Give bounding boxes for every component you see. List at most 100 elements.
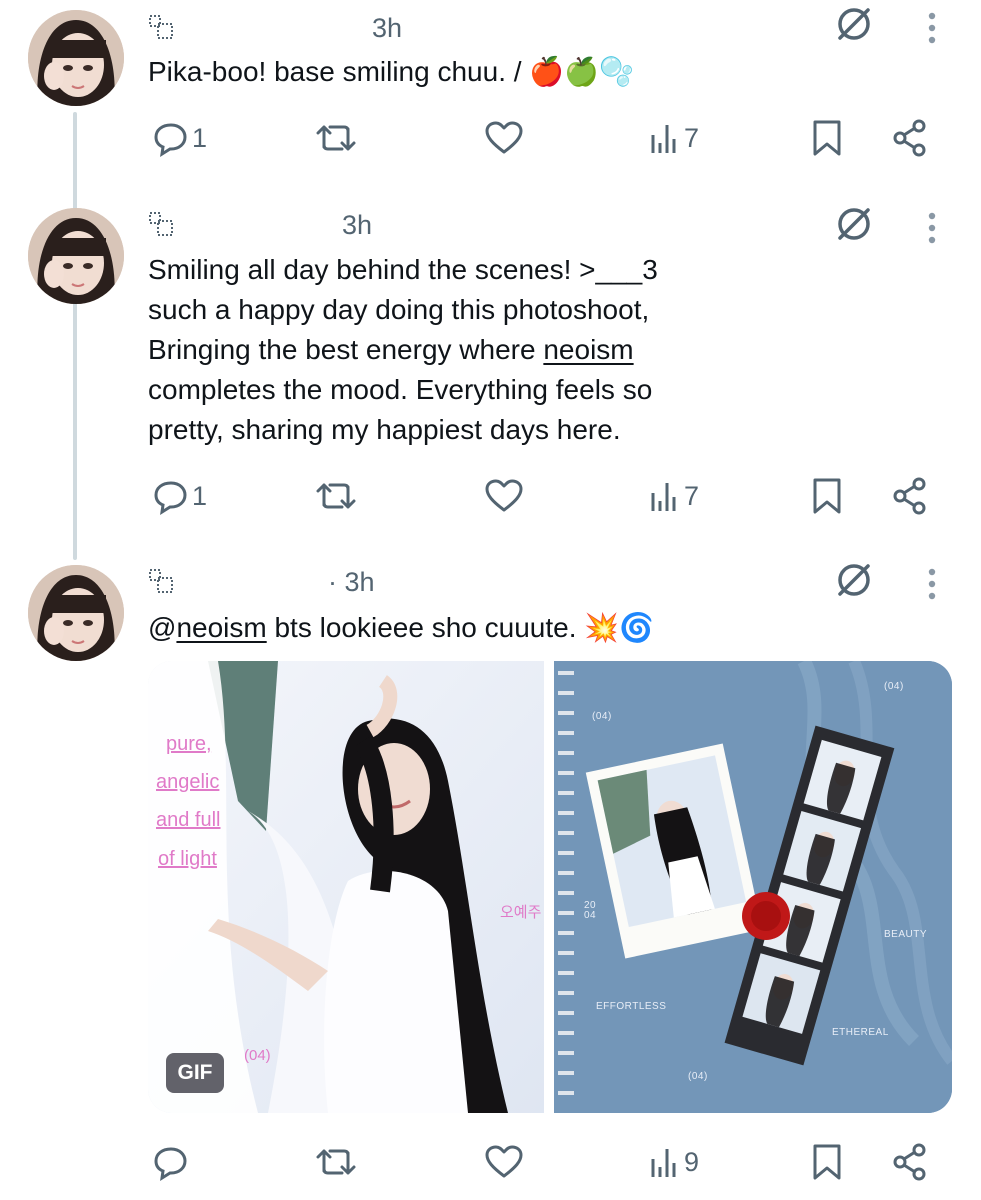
more-icon[interactable] xyxy=(920,208,944,248)
text-fragment: pretty, sharing my happiest days here. xyxy=(148,414,621,445)
tweet-text: @neoism bts lookieee sho cuuute. 💥🌀 xyxy=(148,608,748,648)
tweet-text-line: such a happy day doing this photoshoot, xyxy=(148,290,748,330)
tweet-text-line: completes the mood. Everything feels so xyxy=(148,370,748,410)
tweet-text-line: pretty, sharing my happiest days here. xyxy=(148,410,748,450)
reply-icon xyxy=(154,123,187,157)
tweet-text-line: Bringing the best energy where neoism xyxy=(148,330,748,370)
like-button[interactable] xyxy=(484,1140,524,1184)
community-icon xyxy=(149,15,173,39)
text-fragment: such a happy day doing this photoshoot, xyxy=(148,294,650,325)
like-button[interactable] xyxy=(484,116,524,160)
media-photo[interactable]: (04) (04) 20 04 BEAUTY EFFORTLESS ETHERE… xyxy=(554,661,952,1113)
tweet-text: Smiling all day behind the scenes! >___3… xyxy=(148,250,748,450)
ethereal-label: ETHEREAL xyxy=(832,1027,889,1038)
redacted-name xyxy=(184,17,364,39)
views-icon xyxy=(651,125,676,153)
grok-icon[interactable] xyxy=(834,204,874,244)
reply-button[interactable] xyxy=(152,1140,192,1184)
tweet-header: 3h xyxy=(148,12,402,44)
bookmark-button[interactable] xyxy=(810,474,844,518)
korean-name: 오예주 xyxy=(500,904,542,921)
more-icon[interactable] xyxy=(920,8,944,48)
reply-button[interactable]: 1 xyxy=(152,116,207,160)
more-icon[interactable] xyxy=(920,564,944,604)
caption-word: angelic xyxy=(156,771,220,793)
like-button[interactable] xyxy=(484,474,524,518)
text-fragment: completes the mood. Everything feels so xyxy=(148,374,653,405)
tweet-text-line: Smiling all day behind the scenes! >___3 xyxy=(148,250,748,290)
tweet-time[interactable]: 3h xyxy=(372,13,402,44)
bookmark-icon xyxy=(813,478,841,514)
tweet-time[interactable]: 3h xyxy=(342,210,372,241)
tweet-text: Pika-boo! base smiling chuu. / 🍎🍏🫧 xyxy=(148,52,748,92)
like-icon xyxy=(485,479,523,512)
community-icon xyxy=(149,212,173,236)
avatar[interactable] xyxy=(28,565,124,661)
share-icon xyxy=(893,1143,926,1181)
repost-icon xyxy=(316,483,356,509)
share-icon xyxy=(893,119,926,157)
tweet-actions: 1 7 xyxy=(148,116,948,160)
photo-woman-white-dress xyxy=(148,661,544,1113)
reply-count: 1 xyxy=(192,480,208,511)
community-icon xyxy=(149,569,173,593)
redacted-name xyxy=(184,571,320,593)
share-icon xyxy=(893,477,926,515)
reply-icon xyxy=(154,481,187,515)
mention-link[interactable]: neoism xyxy=(176,612,266,643)
tweet-header: · 3h xyxy=(148,566,375,598)
code-label: (04) xyxy=(592,711,612,722)
date-label: 20 04 xyxy=(584,900,597,921)
code-label: (04) xyxy=(688,1071,708,1082)
share-button[interactable] xyxy=(890,1140,930,1184)
view-count: 7 xyxy=(684,122,700,153)
reply-count: 1 xyxy=(192,122,208,153)
repost-icon xyxy=(316,125,356,151)
text-fragment: Pika-boo! base smiling chuu. / 🍎🍏🫧 xyxy=(148,56,634,87)
repost-button[interactable] xyxy=(314,1140,358,1184)
caption-word: pure, xyxy=(166,733,212,755)
tweet-text-line: @neoism bts lookieee sho cuuute. 💥🌀 xyxy=(148,608,748,648)
media-grid[interactable]: pure, angelic and full of light 오예주 (04)… xyxy=(148,661,952,1113)
effortless-label: EFFORTLESS xyxy=(596,1001,667,1012)
view-count: 7 xyxy=(684,480,700,511)
bookmark-icon xyxy=(813,1144,841,1180)
grok-icon[interactable] xyxy=(834,560,874,600)
text-fragment: Smiling all day behind the scenes! >___3 xyxy=(148,254,658,285)
bookmark-button[interactable] xyxy=(810,116,844,160)
redacted-name xyxy=(184,214,334,236)
views-button[interactable]: 7 xyxy=(648,474,699,518)
tweet-header: 3h xyxy=(148,209,372,241)
like-icon xyxy=(485,121,523,154)
view-count: 9 xyxy=(684,1146,700,1177)
avatar[interactable] xyxy=(28,208,124,304)
like-icon xyxy=(485,1145,523,1178)
bookmark-button[interactable] xyxy=(810,1140,844,1184)
tweet-actions: 9 xyxy=(148,1140,948,1184)
reply-icon xyxy=(154,1147,187,1181)
reply-button[interactable]: 1 xyxy=(152,474,207,518)
caption-word: of light xyxy=(158,848,217,870)
share-button[interactable] xyxy=(890,474,930,518)
bookmark-icon xyxy=(813,120,841,156)
gif-badge[interactable]: GIF xyxy=(166,1053,224,1093)
tweet-time[interactable]: · 3h xyxy=(328,567,375,598)
scrapbook-denim xyxy=(554,661,952,1113)
grok-icon[interactable] xyxy=(834,4,874,44)
mention-link[interactable]: neoism xyxy=(543,334,633,365)
views-icon xyxy=(651,1149,676,1177)
repost-button[interactable] xyxy=(314,116,358,160)
views-button[interactable]: 9 xyxy=(648,1140,699,1184)
avatar[interactable] xyxy=(28,10,124,106)
share-button[interactable] xyxy=(890,116,930,160)
views-button[interactable]: 7 xyxy=(648,116,699,160)
repost-button[interactable] xyxy=(314,474,358,518)
text-fragment: @ xyxy=(148,612,177,643)
tweet-text-line: Pika-boo! base smiling chuu. / 🍎🍏🫧 xyxy=(148,52,748,92)
caption-word: and full xyxy=(156,809,221,831)
text-fragment: Bringing the best energy where xyxy=(148,334,544,365)
tweet-actions: 1 7 xyxy=(148,474,948,518)
media-gif[interactable]: pure, angelic and full of light 오예주 (04)… xyxy=(148,661,544,1113)
thread-line xyxy=(73,112,77,560)
text-fragment: bts lookieee sho cuuute. 💥🌀 xyxy=(266,612,654,643)
